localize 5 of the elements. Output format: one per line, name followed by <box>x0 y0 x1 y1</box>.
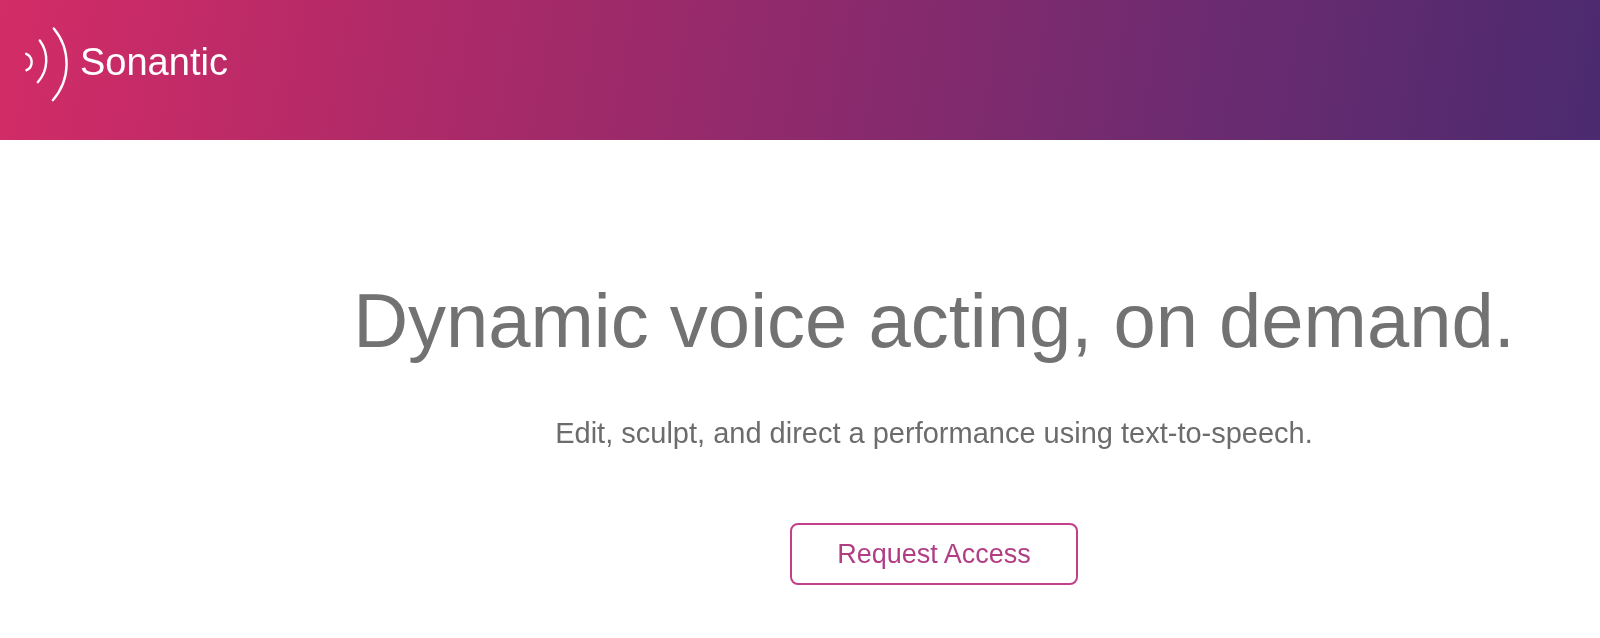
hero-subtitle: Edit, sculpt, and direct a performance using text-to-speech. <box>555 416 1313 451</box>
hero-heading: Dynamic voice acting, on demand. <box>353 277 1515 365</box>
request-access-button[interactable]: Request Access <box>790 523 1078 585</box>
logo-text: Sonantic <box>80 39 228 85</box>
sound-wave-icon <box>24 26 69 103</box>
